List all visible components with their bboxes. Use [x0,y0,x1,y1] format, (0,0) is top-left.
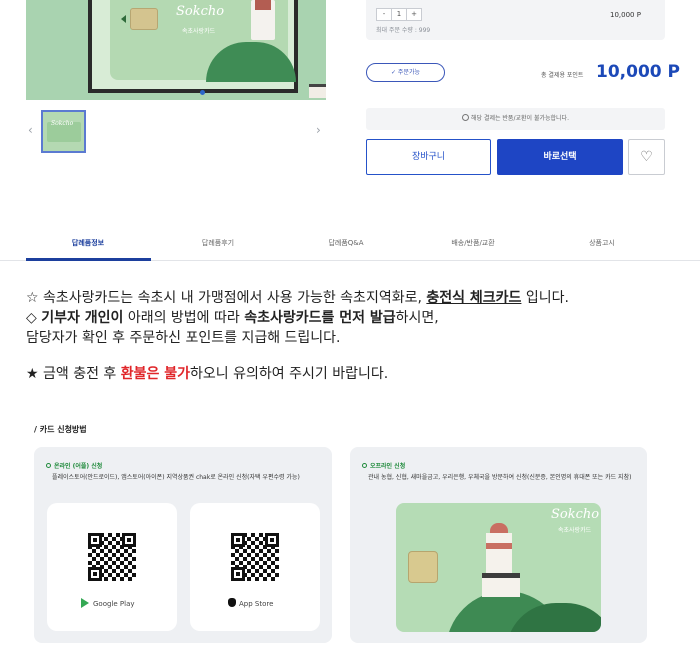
slide-indicator-dot[interactable] [200,90,205,95]
thumb-next-icon[interactable]: › [316,123,321,137]
chip-icon [130,8,158,30]
wishlist-button[interactable]: ♡ [628,139,665,175]
google-play-icon [81,598,89,608]
chip-icon [408,551,438,583]
tab-reviews[interactable]: 답례품후기 [202,238,234,248]
detail-tabs: 답례품정보 답례품후기 답례품Q&A 배송/반품/교환 상품고시 [0,227,700,261]
active-tab-indicator [26,258,151,261]
quantity-value[interactable]: 1 [391,9,406,20]
card-name: 속초사랑카드 [558,527,592,534]
minus-button[interactable]: - [377,9,391,20]
notice-text: 해당 결제는 반품/교환이 불가능합니다. [471,115,569,122]
desc-emphasis: 속초사랑카드를 먼저 발급 [244,310,396,326]
circle-icon [362,463,367,468]
google-play-text: Google Play [93,600,135,608]
arrow-icon [121,15,126,23]
online-heading: 온라인 (어플) 신청 [46,461,102,470]
desc-text: 하시면, [395,310,439,326]
cart-button[interactable]: 장바구니 [366,139,491,175]
desc-text: ★ 금액 충전 후 [26,366,121,382]
max-quantity-note: 최대 주문 수량 : 999 [376,27,431,34]
thumbnail-1[interactable]: Sokcho [41,110,86,153]
desc-text: ◇ [26,310,42,326]
offline-heading: 오프라인 신청 [362,461,405,470]
offline-text: 관내 농협, 신협, 새마을금고, 우리은행, 우체국을 방문하여 신청(신분증… [368,474,632,481]
tab-product-info[interactable]: 답례품정보 [72,238,104,248]
qr-finder [265,533,279,547]
app-store-label: App Store [228,598,273,608]
desc-emphasis: 기부자 개인이 [41,310,124,326]
lighthouse-cap [255,0,271,10]
tab-notice[interactable]: 상품고시 [589,238,615,248]
desc-line-1: ☆ 속초사랑카드는 속초시 내 가맹점에서 사용 가능한 속초지역화로, 충전식… [26,288,666,308]
lighthouse-stripe [486,543,512,549]
line-price: 10,000 P [610,11,641,19]
refund-notice: 해당 결제는 반품/교환이 불가능합니다. [366,108,665,130]
card-brand-script: Sokcho [551,507,600,522]
buy-now-button[interactable]: 바로선택 [497,139,623,175]
desc-text: ☆ 속초사랑카드는 속초시 내 가맹점에서 사용 가능한 속초지역화로, [26,290,427,306]
qr-finder [231,533,245,547]
product-image[interactable]: Sokcho 속초사랑카드 [26,0,326,100]
offline-heading-text: 오프라인 신청 [370,463,406,470]
app-store-text: App Store [239,600,274,608]
tab-qna[interactable]: 답례품Q&A [328,238,363,248]
qr-finder [231,567,245,581]
qr-finder [88,567,102,581]
quantity-stepper[interactable]: - 1 + [376,8,422,21]
desc-line-2: ◇ 기부자 개인이 아래의 방법에 따라 속초사랑카드를 먼저 발급하시면, [26,308,666,328]
total-label: 총 결제용 포인트 [541,72,584,79]
card-name: 속초사랑카드 [182,28,216,35]
desc-warning: 환불은 불가 [120,366,191,382]
house-icon [482,573,520,597]
product-description: ☆ 속초사랑카드는 속초시 내 가맹점에서 사용 가능한 속초지역화로, 충전식… [26,288,666,384]
circle-icon [46,463,51,468]
google-play-card[interactable]: Google Play [47,503,177,631]
desc-line-3: 담당자가 확인 후 주문하신 포인트를 지급해 드립니다. [26,330,341,346]
google-play-label: Google Play [81,598,135,608]
availability-badge[interactable]: ✓ 주문가능 [366,63,445,82]
desc-emphasis: 충전식 체크카드 [426,290,522,306]
total-value: 10,000 P [596,62,680,82]
desc-text: 아래의 방법에 따라 [123,310,245,326]
card-illustration-large: Sokcho 속초사랑카드 [396,503,601,632]
info-icon [462,114,469,121]
desc-line-4: ★ 금액 충전 후 환불은 불가하오니 유의하여 주시기 바랍니다. [26,364,666,384]
tab-shipping[interactable]: 배송/반품/교환 [451,238,494,248]
desc-text: 하오니 유의하여 주시기 바랍니다. [190,366,389,382]
thumbnail-script: Sokcho [51,120,74,127]
howto-title: / 카드 신청방법 [34,425,87,434]
qr-finder [122,533,136,547]
qr-finder [88,533,102,547]
desc-text: 입니다. [521,290,569,306]
house-icon [309,84,326,98]
plus-button[interactable]: + [406,9,421,20]
online-heading-text: 온라인 (어플) 신청 [54,463,103,470]
heart-icon: ♡ [640,149,653,165]
apple-icon [228,598,236,607]
online-text: 플레이스토어(안드로이드), 앱스토어(아이폰) 지역상품권 chak로 온라인… [52,474,300,481]
card-brand-script: Sokcho [176,4,225,19]
thumb-prev-icon[interactable]: ‹ [28,123,33,137]
app-store-card[interactable]: App Store [190,503,320,631]
